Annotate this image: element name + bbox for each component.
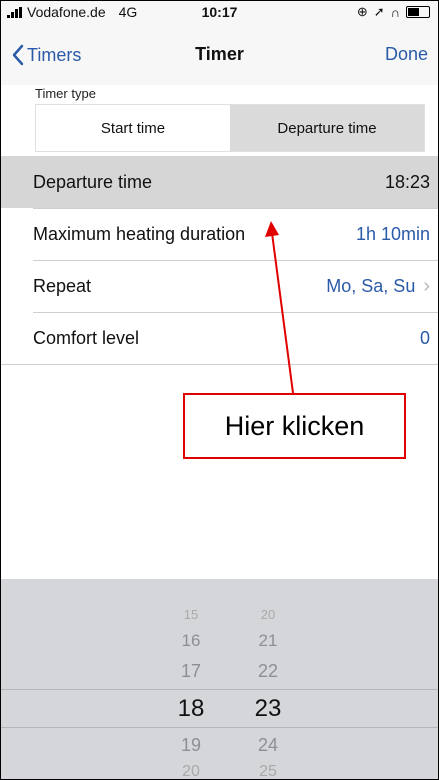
annotation-text: Hier klicken bbox=[224, 410, 365, 441]
chevron-left-icon bbox=[12, 44, 24, 66]
phone-screen: Vodafone.de 4G 10:17 ⊕ ➚ ∩ Timers Timer … bbox=[0, 0, 439, 780]
timer-type-segmented-control: Start time Departure time bbox=[35, 104, 425, 152]
picker-hour-selected: 18 bbox=[177, 695, 205, 722]
location-arrow-icon: ➚ bbox=[373, 4, 385, 19]
row-value: 18:23 bbox=[385, 172, 430, 193]
timer-type-label: Timer type bbox=[35, 86, 96, 101]
picker-hour-item: 15 bbox=[183, 607, 199, 622]
picker-minute-selected: 23 bbox=[254, 695, 282, 722]
picker-minute-item: 24 bbox=[257, 735, 279, 755]
picker-hour-item: 20 bbox=[182, 763, 200, 780]
settings-list: Departure time 18:23 Maximum heating dur… bbox=[1, 156, 438, 364]
row-label: Maximum heating duration bbox=[33, 223, 246, 244]
repeat-value: Mo, Sa, Su bbox=[326, 275, 416, 296]
battery-icon bbox=[406, 6, 430, 18]
list-divider bbox=[1, 364, 438, 365]
heating-duration-value: 1h 10min bbox=[355, 223, 430, 244]
chevron-right-icon: › bbox=[423, 274, 430, 297]
picker-minute-item: 25 bbox=[259, 763, 277, 780]
done-button[interactable]: Done bbox=[385, 44, 428, 65]
system-icons: ⊕ ➚ ∩ bbox=[357, 4, 430, 20]
picker-minute-item: 22 bbox=[257, 661, 279, 681]
row-label: Departure time bbox=[33, 171, 153, 192]
back-button[interactable]: Timers bbox=[11, 44, 81, 66]
picker-hour-item: 16 bbox=[181, 631, 201, 650]
annotation-callout: Hier klicken bbox=[183, 393, 406, 459]
picker-minute-item: 21 bbox=[258, 631, 278, 650]
picker-minute-item: 20 bbox=[260, 607, 276, 622]
status-bar: Vodafone.de 4G 10:17 ⊕ ➚ ∩ bbox=[1, 1, 438, 23]
headphones-icon: ∩ bbox=[390, 4, 400, 20]
segment-start-time[interactable]: Start time bbox=[36, 105, 230, 151]
lock-rotation-icon: ⊕ bbox=[356, 4, 368, 19]
picker-hour-item: 17 bbox=[180, 661, 202, 681]
row-maximum-heating-duration[interactable]: Maximum heating duration 1h 10min bbox=[1, 208, 438, 260]
row-departure-time[interactable]: Departure time 18:23 bbox=[1, 156, 438, 208]
row-value: 0 bbox=[420, 328, 430, 349]
departure-time-value: 18:23 bbox=[384, 171, 430, 192]
row-repeat[interactable]: Repeat Mo, Sa, Su › bbox=[1, 260, 438, 312]
row-value: Mo, Sa, Su › bbox=[326, 275, 430, 298]
picker-hour-item: 19 bbox=[180, 735, 202, 755]
navigation-bar: Timers Timer Done bbox=[1, 23, 438, 85]
row-value: 1h 10min bbox=[356, 224, 430, 245]
row-label: Comfort level bbox=[33, 327, 140, 348]
segment-departure-time[interactable]: Departure time bbox=[230, 105, 424, 151]
row-label: Repeat bbox=[33, 275, 92, 296]
picker-selection-top-line bbox=[1, 689, 438, 690]
picker-selection-bottom-line bbox=[1, 727, 438, 728]
time-picker[interactable]: 15 16 17 18 19 20 20 21 22 23 24 25 bbox=[1, 579, 438, 780]
back-button-label: Timers bbox=[27, 44, 82, 65]
row-comfort-level[interactable]: Comfort level 0 bbox=[1, 312, 438, 364]
comfort-level-value: 0 bbox=[419, 327, 430, 348]
